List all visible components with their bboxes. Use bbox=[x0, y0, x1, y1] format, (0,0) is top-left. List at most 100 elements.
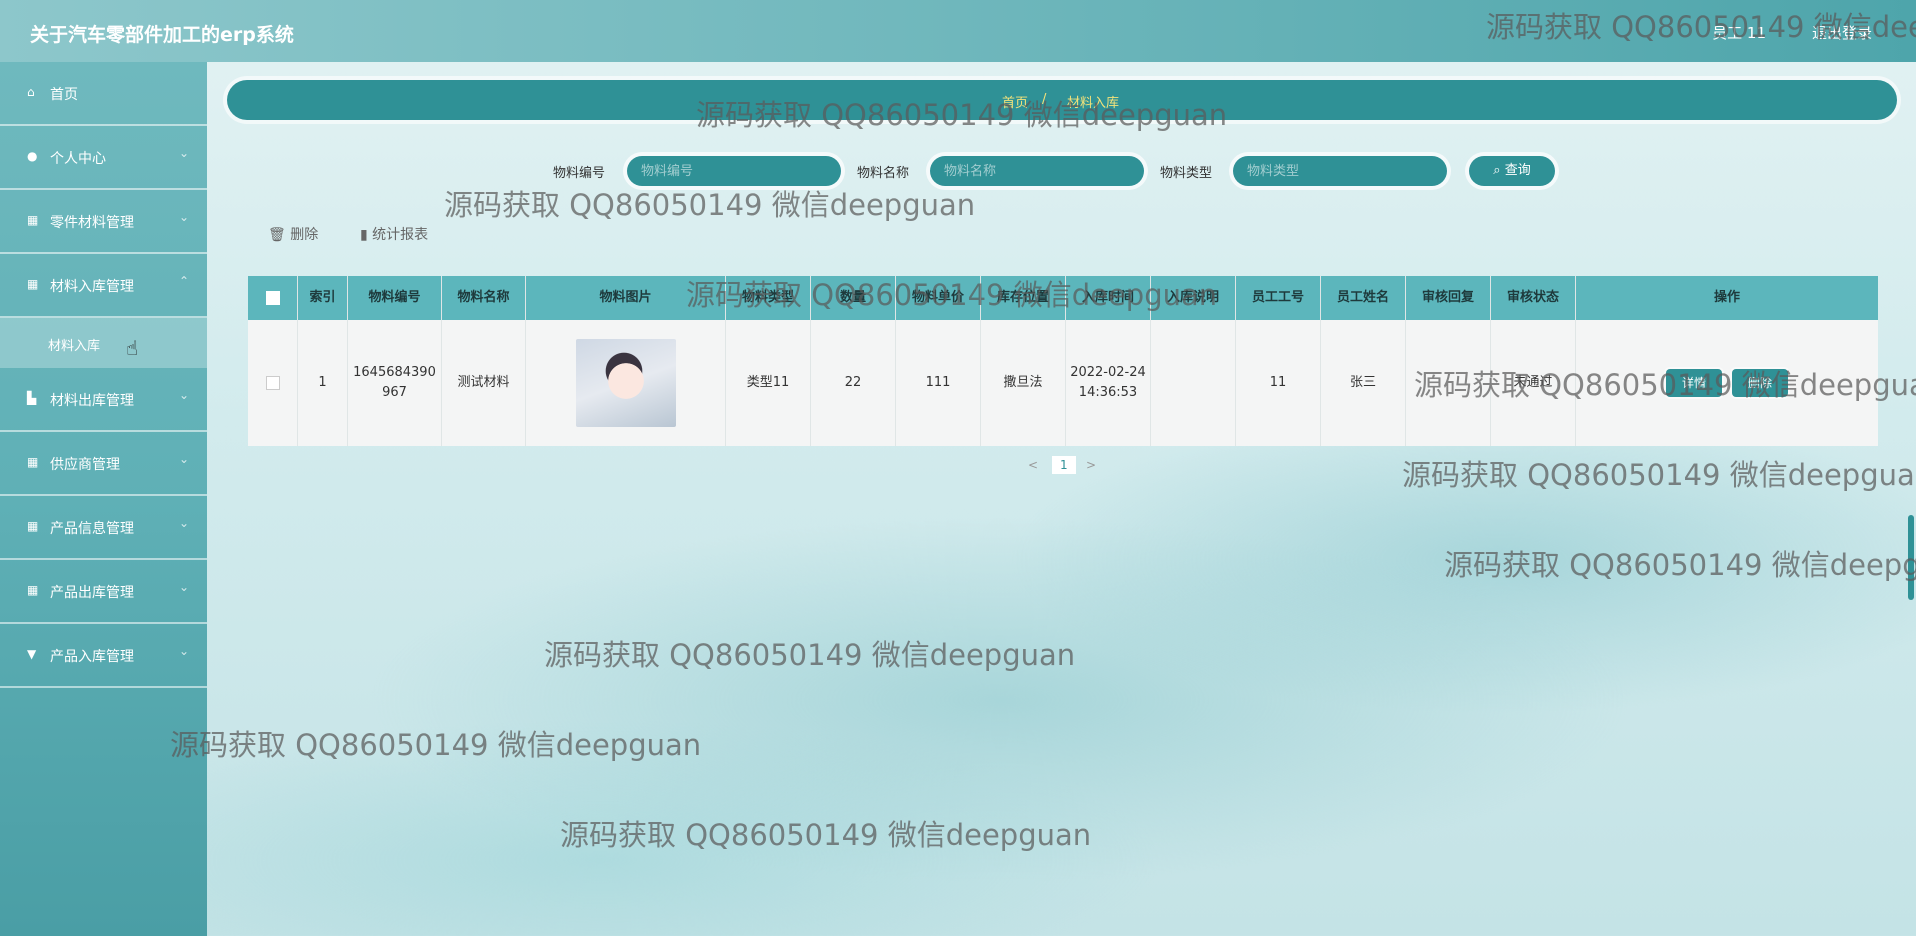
home-icon: ⌂ bbox=[27, 85, 35, 99]
detail-button[interactable]: 详情 bbox=[1666, 369, 1722, 397]
header-select-all[interactable] bbox=[248, 276, 298, 320]
header-cell: 数量 bbox=[811, 276, 896, 320]
header-cell: 员工姓名 bbox=[1321, 276, 1406, 320]
cell-quantity: 22 bbox=[811, 320, 896, 446]
code-label: 物料编号 bbox=[553, 166, 606, 181]
sidebar-subitem-label: 材料入库 bbox=[48, 339, 101, 354]
row-checkbox[interactable] bbox=[265, 376, 280, 390]
prev-page-button[interactable]: < bbox=[1028, 458, 1038, 472]
delete-button-label: 删除 bbox=[290, 227, 319, 243]
sidebar-item-label: 产品信息管理 bbox=[50, 521, 134, 537]
cell-name: 测试材料 bbox=[442, 320, 526, 446]
breadcrumb-current: 材料入库 bbox=[1067, 96, 1120, 111]
grid-icon: ▦ bbox=[27, 583, 39, 597]
sidebar-subitem-material-in[interactable]: 材料入库 bbox=[0, 318, 207, 368]
materials-table: 索引 物料编号 物料名称 物料图片 物料类型 数量 物料单价 库存位置 入库时间… bbox=[248, 276, 1878, 446]
chevron-down-icon: ⌄ bbox=[178, 146, 189, 160]
sidebar-item-label: 个人中心 bbox=[50, 151, 106, 167]
cell-price: 111 bbox=[896, 320, 981, 446]
header-cell: 物料类型 bbox=[726, 276, 811, 320]
watermark: 源码获取 QQ86050149 微信deepguan bbox=[1444, 548, 1916, 582]
name-search-input[interactable] bbox=[930, 156, 1144, 186]
grid-icon: ▦ bbox=[27, 519, 39, 533]
sidebar-item-parts[interactable]: ▦ 零件材料管理 ⌄ bbox=[0, 190, 207, 254]
logout-link[interactable]: 退出登录 bbox=[1812, 22, 1872, 43]
watermark: 源码获取 QQ86050149 微信deepguan bbox=[560, 818, 1092, 852]
cell-location: 撒旦法 bbox=[981, 320, 1066, 446]
code-search-input[interactable] bbox=[627, 156, 841, 186]
watermark: 源码获取 QQ86050149 微信deepguan bbox=[170, 728, 702, 762]
page-number[interactable]: 1 bbox=[1052, 456, 1076, 474]
search-button[interactable]: ⌕ 查询 bbox=[1469, 156, 1555, 186]
chevron-down-icon: ⌄ bbox=[178, 516, 189, 530]
sidebar-item-product-in[interactable]: ▼ 产品入库管理 ⌄ bbox=[0, 624, 207, 688]
header-cell: 索引 bbox=[298, 276, 348, 320]
sidebar-item-material-in[interactable]: ▦ 材料入库管理 ⌃ bbox=[0, 254, 207, 318]
scrollbar-handle[interactable] bbox=[1908, 515, 1914, 600]
row-delete-button[interactable]: 删除 bbox=[1732, 369, 1788, 397]
sidebar-item-product-out[interactable]: ▦ 产品出库管理 ⌄ bbox=[0, 560, 207, 624]
sidebar-item-supplier[interactable]: ▦ 供应商管理 ⌄ bbox=[0, 432, 207, 496]
bar-chart-icon: ▮ bbox=[360, 227, 368, 243]
chevron-down-icon: ⌄ bbox=[178, 452, 189, 466]
grid-icon: ▦ bbox=[27, 455, 39, 469]
search-icon: ⌕ bbox=[1493, 163, 1501, 178]
header-cell: 入库说明 bbox=[1151, 276, 1236, 320]
header-cell: 库存位置 bbox=[981, 276, 1066, 320]
header-cell: 审核状态 bbox=[1491, 276, 1576, 320]
sidebar-item-label: 材料入库管理 bbox=[50, 279, 134, 295]
report-button[interactable]: ▮ 统计报表 bbox=[360, 224, 428, 244]
sidebar-item-profile[interactable]: ● 个人中心 ⌄ bbox=[0, 126, 207, 190]
header-cell: 员工工号 bbox=[1236, 276, 1321, 320]
header-cell: 物料图片 bbox=[526, 276, 726, 320]
user-info: 员工 11 bbox=[1712, 24, 1766, 42]
breadcrumb-separator: / bbox=[1042, 92, 1047, 107]
cell-index: 1 bbox=[298, 320, 348, 446]
sidebar-item-home[interactable]: ⌂ 首页 bbox=[0, 62, 207, 126]
select-all-checkbox[interactable] bbox=[265, 290, 280, 305]
header-cell: 操作 bbox=[1713, 290, 1740, 305]
name-label: 物料名称 bbox=[857, 166, 910, 181]
header-cell: 物料名称 bbox=[442, 276, 526, 320]
breadcrumb: 首页 / 材料入库 bbox=[227, 80, 1897, 120]
cell-staff-no: 11 bbox=[1236, 320, 1321, 446]
header-cell: 物料单价 bbox=[896, 276, 981, 320]
row-select-cell[interactable] bbox=[248, 320, 298, 446]
sidebar-item-label: 零件材料管理 bbox=[50, 215, 134, 231]
cell-status: 未通过 bbox=[1491, 320, 1576, 446]
factory-icon: ▙ bbox=[27, 391, 37, 405]
sidebar-item-material-out[interactable]: ▙ 材料出库管理 ⌄ bbox=[0, 368, 207, 432]
top-bar: 关于汽车零部件加工的erp系统 员工 11 退出登录 bbox=[0, 0, 1916, 62]
grid-icon: ▦ bbox=[27, 277, 39, 291]
header-cell: 入库时间 bbox=[1066, 276, 1151, 320]
header-cell: 物料编号 bbox=[348, 276, 442, 320]
cell-reply bbox=[1406, 320, 1491, 446]
type-search-input[interactable] bbox=[1233, 156, 1447, 186]
sidebar-item-label: 产品入库管理 bbox=[50, 649, 134, 665]
type-label: 物料类型 bbox=[1160, 166, 1213, 181]
cell-image bbox=[526, 320, 726, 446]
cup-icon: ▼ bbox=[27, 647, 37, 661]
sidebar-item-label: 材料出库管理 bbox=[50, 393, 134, 409]
chevron-down-icon: ⌄ bbox=[178, 644, 189, 658]
next-page-button[interactable]: > bbox=[1086, 458, 1096, 472]
report-button-label: 统计报表 bbox=[372, 227, 429, 243]
cell-staff-name: 张三 bbox=[1321, 320, 1406, 446]
material-thumbnail bbox=[575, 339, 676, 427]
cell-actions: 详情 删除 bbox=[1576, 320, 1878, 446]
chevron-down-icon: ⌄ bbox=[178, 580, 189, 594]
cell-note bbox=[1151, 320, 1236, 446]
grid-icon: ▦ bbox=[27, 213, 39, 227]
chevron-up-icon: ⌃ bbox=[178, 274, 189, 288]
chevron-down-icon: ⌄ bbox=[178, 388, 189, 402]
sidebar-item-label: 首页 bbox=[50, 87, 78, 103]
sidebar-item-product-info[interactable]: ▦ 产品信息管理 ⌄ bbox=[0, 496, 207, 560]
chevron-down-icon: ⌄ bbox=[178, 210, 189, 224]
search-button-label: 查询 bbox=[1504, 163, 1531, 178]
sidebar-item-label: 供应商管理 bbox=[50, 457, 120, 473]
table-row: 1 1645684390967 测试材料 类型11 22 111 撒旦法 202… bbox=[248, 320, 1878, 446]
breadcrumb-home[interactable]: 首页 bbox=[1002, 92, 1028, 111]
hand-cursor-icon: ☝ bbox=[126, 336, 139, 360]
trash-icon: 🗑 bbox=[268, 227, 286, 243]
delete-button[interactable]: 🗑 删除 bbox=[268, 224, 318, 244]
